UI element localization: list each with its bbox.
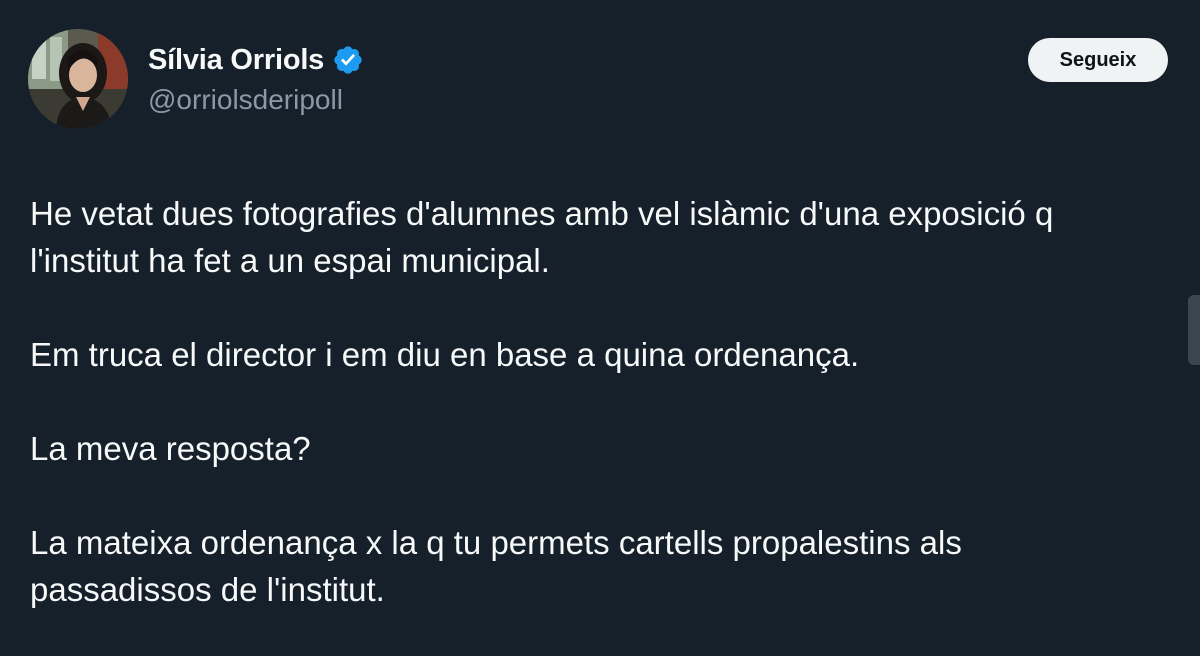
tweet-text: He vetat dues fotografies d'alumnes amb … [30, 190, 1180, 613]
avatar[interactable] [28, 29, 128, 129]
tweet-line: passadissos de l'institut. [30, 571, 385, 608]
tweet-line: He vetat dues fotografies d'alumnes amb … [30, 195, 1054, 232]
tweet-line: l'institut ha fet a un espai municipal. [30, 242, 550, 279]
author-display-name[interactable]: Sílvia Orriols [148, 44, 324, 77]
verified-badge-icon[interactable] [332, 44, 364, 76]
scrollbar-thumb[interactable] [1188, 295, 1200, 365]
tweet-line: La meva resposta? [30, 430, 311, 467]
tweet-line: Em truca el director i em diu en base a … [30, 336, 860, 373]
author-name-row: Sílvia Orriols [148, 40, 364, 80]
author-handle[interactable]: @orriolsderipoll [148, 84, 343, 116]
tweet-card: Sílvia Orriols @orriolsderipoll Segueix … [0, 0, 1200, 656]
tweet-line: La mateixa ordenança x la q tu permets c… [30, 524, 962, 561]
follow-button[interactable]: Segueix [1028, 38, 1168, 82]
